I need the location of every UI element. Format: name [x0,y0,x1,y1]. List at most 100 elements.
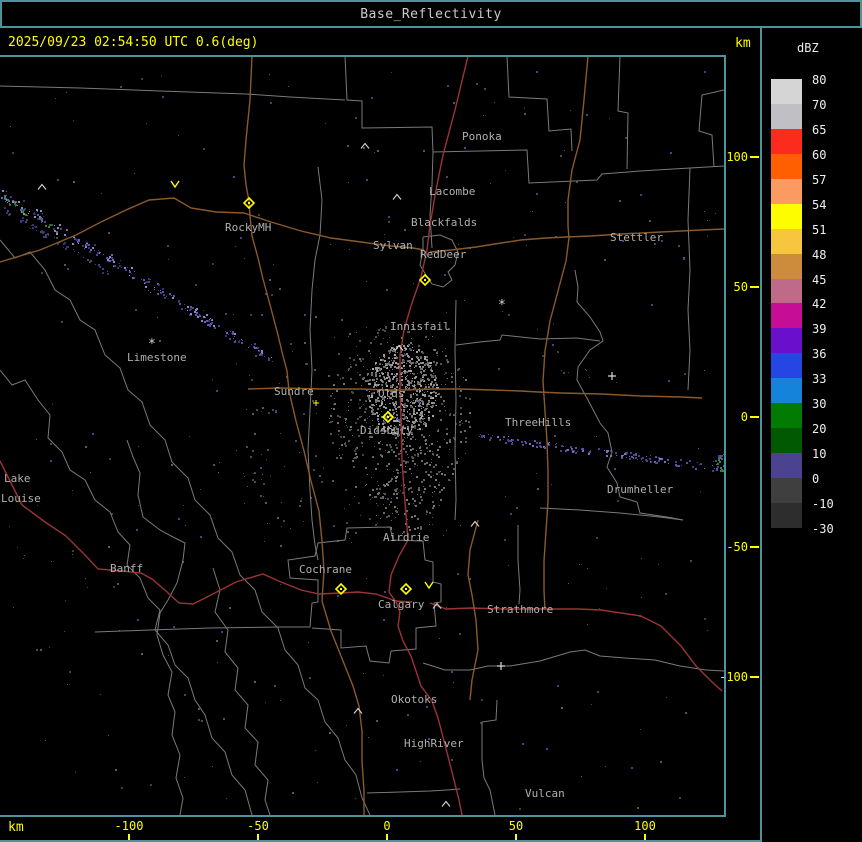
city-label: Cochrane [299,563,352,576]
colorbar-block [771,353,802,379]
colorbar-title: dBZ [797,41,819,55]
colorbar-label: 48 [812,247,827,262]
colorbar-label: 33 [812,372,827,387]
y-axis-tick-label: 50 [733,280,748,294]
colorbar-block [771,378,802,404]
colorbar-label: 45 [812,272,827,287]
city-label: Calgary [378,598,425,611]
colorbar-block [771,428,802,454]
city-label: Ponoka [462,130,502,143]
county-boundary [481,699,498,815]
colorbar-label: 54 [812,197,827,212]
x-axis-tick [515,834,517,840]
city-label: RedDeer [420,248,467,261]
county-boundary [429,151,434,249]
city-label: Olds [378,387,405,400]
colorbar-block [771,178,802,205]
colorbar-block [771,502,802,529]
colorbar-block [771,253,802,280]
city-label: Sylvan [373,239,413,252]
caret-marker [441,800,451,807]
y-axis: 100 50 0 -50 -100 [719,56,760,815]
colorbar-block [771,128,802,155]
highway-road [0,460,413,605]
city-label: Strathmore [487,603,553,616]
road-road [542,57,589,611]
city-label: Limestone [127,351,187,364]
colorbar-label: 36 [812,347,827,362]
y-axis-tick-label: 100 [726,150,748,164]
colorbar-label: 42 [812,297,827,312]
x-axis-tick [386,834,388,840]
city-label: Airdrie [383,531,429,544]
x-axis-tick-label: -100 [114,819,144,833]
city-label: RockyMH [225,221,271,234]
asterisk-marker: * [498,298,506,313]
county-boundary [0,369,253,815]
x-axis-tick [128,834,130,840]
colorbar-label: 39 [812,322,827,337]
city-label: Vulcan [525,787,565,800]
city-label: Stettler [610,231,663,244]
caret-marker [392,193,402,200]
city-label: Innisfail [390,320,450,333]
road-road [429,228,724,253]
y-axis-tick [750,416,759,418]
colorbar-label: 65 [812,122,827,137]
city-label: Lacombe [429,185,475,198]
colorbar-block [771,203,802,230]
colorbar-label: 60 [812,147,827,162]
county-boundary [539,507,684,521]
x-axis-tick-label: 0 [383,819,391,833]
city-label: Blackfalds [411,216,477,229]
county-boundary [506,57,573,152]
scan-timestamp: 2025/09/23 02:54:50 UTC 0.6(deg) [8,35,259,50]
city-label: Okotoks [391,693,437,706]
road-road [243,57,365,815]
map-border-top [0,55,726,57]
county-boundary [517,525,521,605]
y-axis-unit-label: km [735,36,751,51]
city-label: Louise [1,492,41,505]
plus-marker [608,372,616,380]
road-road [247,387,703,399]
x-axis-tick-label: 100 [634,819,656,833]
colorbar-label: -10 [812,496,834,511]
vee-marker [424,581,434,590]
x-axis-tick [644,834,646,840]
window-title: Base_Reflectivity [360,6,502,22]
city-label: HighRiver [404,737,464,750]
x-axis-tick-label: -50 [247,819,269,833]
city-label: Lake [4,472,31,485]
county-boundary [455,334,601,346]
y-axis-tick [750,676,759,678]
city-label: ThreeHills [505,416,571,429]
colorbar-block [771,303,802,329]
x-axis-unit-label: km [8,820,24,835]
colorbar-block [771,228,802,255]
colorbar-panel: dBZ 80 70 65 60 57 54 51 48 45 42 39 36 33 30 20 10 0 -10… [760,28,862,842]
colorbar-label: 70 [812,97,827,112]
colorbar-label: 20 [812,422,827,437]
radar-app-window: { "window": { "title": "Base_Reflectivit… [0,0,862,842]
caret-marker [37,183,47,190]
colorbar-block [771,453,802,479]
county-boundary [617,57,629,170]
colorbar-label: 51 [812,222,827,237]
colorbar-block [771,153,802,180]
county-boundary [687,167,691,391]
county-boundary [344,57,724,184]
colorbar-label: 0 [812,472,820,487]
county-boundary [454,299,457,521]
city-label: Sundre [274,385,314,398]
x-axis-tick [257,834,259,840]
county-boundary [698,89,724,168]
county-boundary [307,166,323,561]
echo-layer [1,71,724,810]
title-bar[interactable]: Base_Reflectivity [0,0,862,28]
highway-road [429,602,723,692]
y-axis-tick [750,156,759,158]
city-label: Banff [110,562,143,575]
county-boundary [0,239,371,815]
city-label: Didsbury [360,424,413,437]
